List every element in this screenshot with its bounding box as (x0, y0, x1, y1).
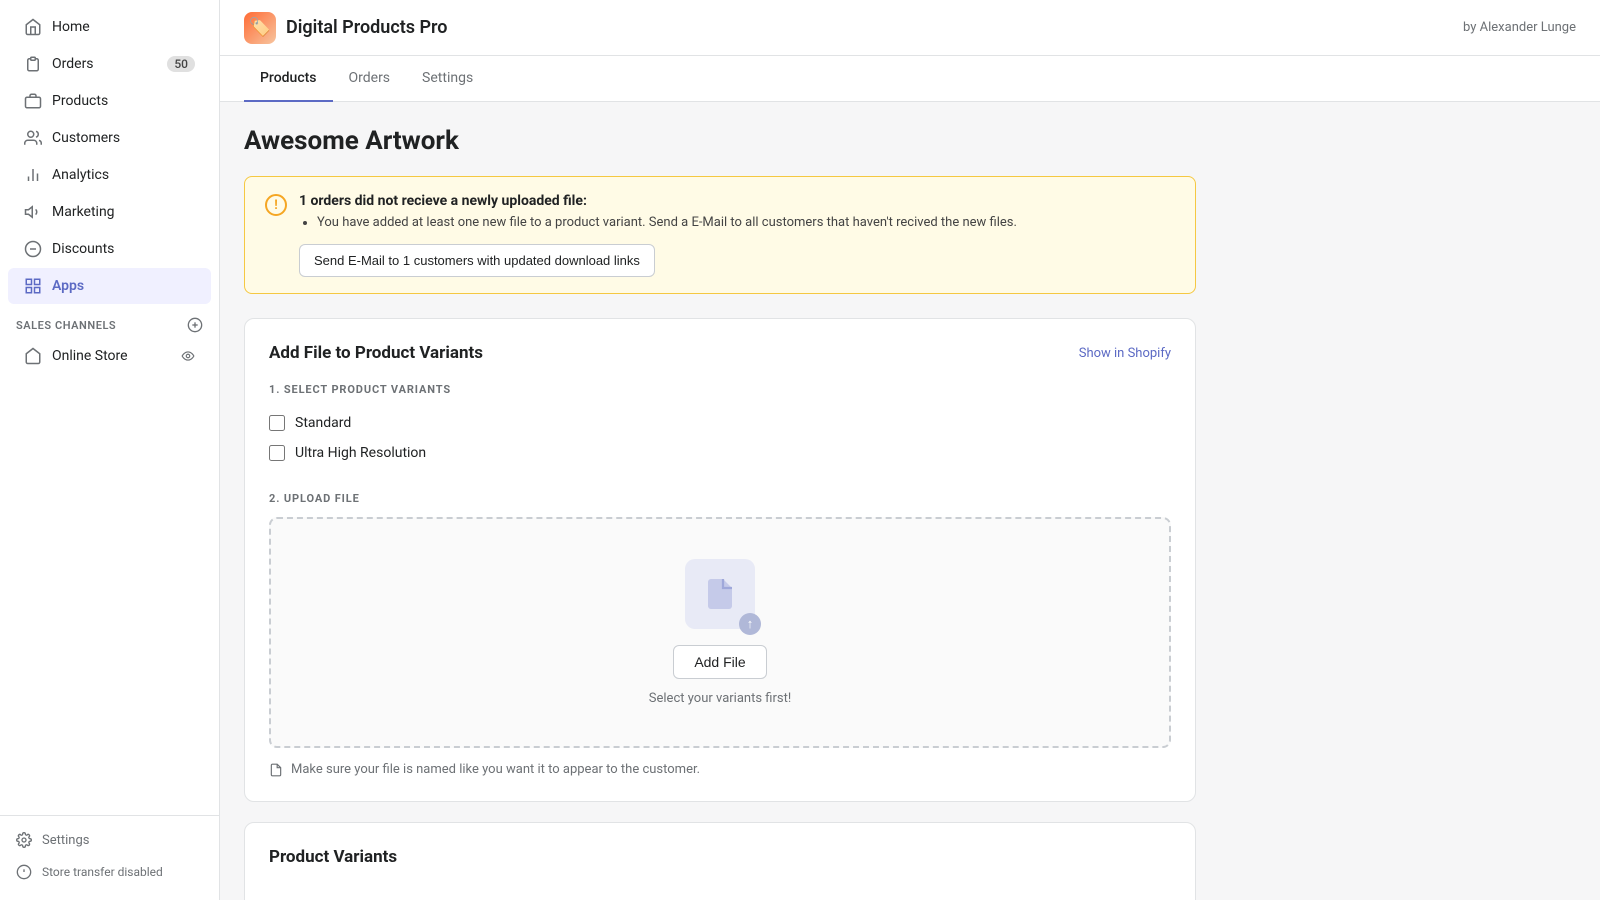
gear-icon (16, 832, 32, 848)
sidebar-item-products[interactable]: Products (8, 83, 211, 119)
sidebar-item-home[interactable]: Home (8, 9, 211, 45)
variant-ultra: Ultra High Resolution (269, 438, 1171, 468)
sales-channels-label: SALES CHANNELS (0, 305, 219, 337)
app-icon: 🏷️ (244, 12, 276, 44)
warning-banner: ! 1 orders did not recieve a newly uploa… (244, 176, 1196, 294)
file-icon (702, 576, 738, 612)
customers-icon (24, 129, 42, 147)
analytics-icon (24, 166, 42, 184)
orders-icon (24, 55, 42, 73)
variant-ultra-checkbox[interactable] (269, 445, 285, 461)
product-variants-header: Product Variants (269, 847, 1171, 867)
marketing-icon (24, 203, 42, 221)
step1-label: 1. SELECT PRODUCT VARIANTS (269, 383, 1171, 396)
sidebar: Home Orders 50 Products Customers (0, 0, 220, 900)
warning-body: You have added at least one new file to … (299, 215, 1017, 230)
upload-icon-bg: ↑ (685, 559, 755, 629)
file-note: Make sure your file is named like you wa… (269, 762, 1171, 777)
upload-hint: Select your variants first! (291, 691, 1149, 706)
tab-orders[interactable]: Orders (333, 56, 407, 102)
topbar: 🏷️ Digital Products Pro by Alexander Lun… (220, 0, 1600, 56)
tab-products[interactable]: Products (244, 56, 333, 102)
apps-icon (24, 277, 42, 295)
store-icon (24, 347, 42, 365)
upload-area[interactable]: ↑ Add File Select your variants first! (269, 517, 1171, 748)
product-variants-card: Product Variants (244, 822, 1196, 900)
page-title: Awesome Artwork (244, 126, 1196, 156)
app-title: Digital Products Pro (286, 17, 447, 38)
sidebar-item-analytics[interactable]: Analytics (8, 157, 211, 193)
main-content: 🏷️ Digital Products Pro by Alexander Lun… (220, 0, 1600, 900)
discounts-icon (24, 240, 42, 258)
add-file-card: Add File to Product Variants Show in Sho… (244, 318, 1196, 802)
sidebar-item-customers[interactable]: Customers (8, 120, 211, 156)
product-variants-title: Product Variants (269, 847, 397, 867)
tab-settings[interactable]: Settings (406, 56, 489, 102)
warning-content: 1 orders did not recieve a newly uploade… (299, 193, 1017, 277)
show-in-shopify-link[interactable]: Show in Shopify (1079, 346, 1171, 361)
upload-arrow-icon: ↑ (739, 613, 761, 635)
online-store-visibility-icon[interactable] (181, 349, 195, 363)
send-email-button[interactable]: Send E-Mail to 1 customers with updated … (299, 244, 655, 277)
step2-label: 2. UPLOAD FILE (269, 492, 1171, 505)
add-file-button[interactable]: Add File (673, 645, 766, 679)
sidebar-item-store-transfer[interactable]: Store transfer disabled (0, 856, 219, 888)
warning-title: 1 orders did not recieve a newly uploade… (299, 193, 1017, 209)
variant-standard-label[interactable]: Standard (295, 415, 351, 431)
sidebar-item-orders[interactable]: Orders 50 (8, 46, 211, 82)
sidebar-item-marketing[interactable]: Marketing (8, 194, 211, 230)
home-icon (24, 18, 42, 36)
add-file-title: Add File to Product Variants (269, 343, 483, 363)
variant-list: Standard Ultra High Resolution (269, 408, 1171, 468)
sidebar-item-apps[interactable]: Apps (8, 268, 211, 304)
sidebar-nav: Home Orders 50 Products Customers (0, 0, 219, 815)
sidebar-item-online-store[interactable]: Online Store (8, 338, 211, 374)
page-content: Awesome Artwork ! 1 orders did not recie… (220, 102, 1600, 900)
variant-standard-checkbox[interactable] (269, 415, 285, 431)
file-note-icon (269, 763, 283, 777)
add-sales-channel-icon[interactable] (187, 317, 203, 333)
warning-icon: ! (265, 194, 287, 216)
orders-badge: 50 (167, 56, 195, 72)
info-icon (16, 864, 32, 880)
topbar-author: by Alexander Lunge (1463, 20, 1576, 35)
upload-icon-wrapper: ↑ (291, 559, 1149, 629)
sidebar-item-discounts[interactable]: Discounts (8, 231, 211, 267)
card-header: Add File to Product Variants Show in Sho… (269, 343, 1171, 363)
variant-ultra-label[interactable]: Ultra High Resolution (295, 445, 426, 461)
sidebar-item-settings[interactable]: Settings (0, 824, 219, 856)
sidebar-footer: Settings Store transfer disabled (0, 815, 219, 900)
variant-standard: Standard (269, 408, 1171, 438)
products-icon (24, 92, 42, 110)
tabs: Products Orders Settings (220, 56, 1600, 102)
